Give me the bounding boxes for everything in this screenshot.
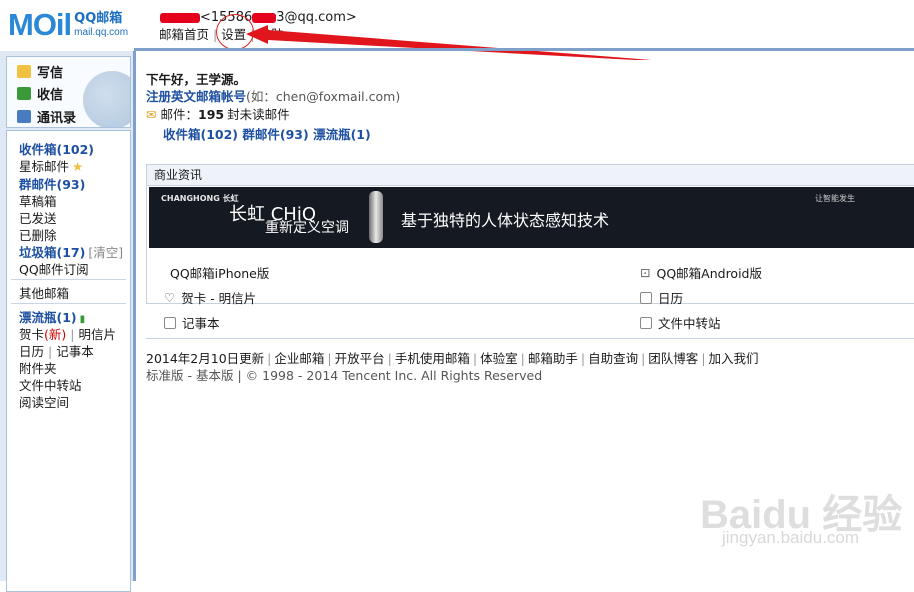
inbox-download-icon [17, 87, 31, 100]
tool-transfer-label: 文件中转站 [658, 316, 721, 331]
shortcut-drift[interactable]: 漂流瓶(1) [313, 127, 371, 142]
contacts-icon [17, 110, 31, 123]
footer-mobile-link[interactable]: 手机使用邮箱 [395, 351, 470, 366]
receive-label: 收信 [37, 88, 64, 103]
footer-lab-link[interactable]: 体验室 [480, 351, 518, 366]
unread-count: 195 [198, 107, 225, 122]
clear-spam-link[interactable]: [清空] [88, 245, 123, 260]
folder-spam[interactable]: 垃圾箱(17) [19, 245, 85, 260]
register-hint: (如：chen@foxmail.com) [246, 89, 401, 104]
pencil-icon [17, 65, 31, 78]
banner-brand: CHANGHONG 长虹 [161, 194, 239, 203]
divider [146, 338, 914, 339]
contacts-label: 通讯录 [37, 111, 77, 126]
baidu-watermark-url: jingyan.baidu.com [722, 528, 860, 547]
tool-notes-label: 记事本 [182, 316, 220, 331]
mail-label: 邮件： [160, 107, 198, 122]
folder-starred-label: 星标邮件 [19, 159, 70, 174]
footer-copyright-row: 标准版 - 基本版 | © 1998 - 2014 Tencent Inc. A… [146, 368, 543, 383]
business-info-title: 商业资讯 [147, 165, 914, 186]
compose-panel: 写信 收信 通讯录 [6, 56, 131, 128]
decorative-mascot-icon [83, 71, 130, 127]
card-link[interactable]: 贺卡 [19, 327, 44, 342]
shortcut-group[interactable]: 群邮件(93) [242, 127, 308, 142]
calendar-link[interactable]: 日历 [19, 344, 44, 359]
tool-android[interactable]: ⊡ QQ邮箱Android版 [640, 263, 762, 282]
star-icon: ★ [72, 159, 84, 174]
sidebar: 写信 收信 通讯录 收件箱(102) 星标邮件 ★ 群邮件(93) 草稿箱 已发送… [0, 51, 134, 592]
banner-corner-text: 让智能发生 [815, 194, 855, 203]
register-link[interactable]: 注册英文邮箱帐号 [146, 89, 246, 104]
footer-selfhelp-link[interactable]: 自助查询 [588, 351, 638, 366]
calendar-icon [640, 291, 652, 304]
tool-notes[interactable]: 记事本 [164, 313, 220, 332]
footer-blog-link[interactable]: 团队博客 [648, 351, 698, 366]
banner-subtitle: 重新定义空调 [265, 220, 349, 236]
footer-assistant-link[interactable]: 邮箱助手 [528, 351, 578, 366]
envelope-icon: ✉ [146, 107, 157, 122]
business-info-panel: 商业资讯 CHANGHONG 长虹 长虹 CHiQ 重新定义空调 基于独特的人体… [146, 164, 914, 304]
ad-banner[interactable]: CHANGHONG 长虹 长虹 CHiQ 重新定义空调 基于独特的人体状态感知技… [149, 187, 914, 248]
heart-icon: ♡ [164, 290, 176, 305]
new-badge: (新) [44, 327, 67, 342]
footer-update-link[interactable]: 2014年2月10日更新 [146, 351, 264, 366]
footer-join-link[interactable]: 加入我们 [709, 351, 759, 366]
notepad-icon [164, 316, 176, 329]
file-transfer-icon [640, 316, 652, 329]
folder-list: 收件箱(102) 星标邮件 ★ 群邮件(93) 草稿箱 已发送 已删除 垃圾箱(1… [6, 130, 131, 592]
compose-label: 写信 [37, 66, 64, 81]
compose-button[interactable]: 写信 [17, 62, 63, 81]
tool-calendar-label: 日历 [658, 291, 684, 306]
notes-link[interactable]: 记事本 [56, 344, 94, 359]
standard-version-label: 标准版 [146, 368, 184, 383]
tool-android-label: QQ邮箱Android版 [656, 266, 762, 281]
tool-card[interactable]: ♡ 贺卡 - 明信片 [164, 288, 256, 307]
tool-card-label: 贺卡 - 明信片 [181, 291, 257, 306]
drift-bottle-label: 漂流瓶(1) [19, 310, 77, 325]
tool-iphone[interactable]: QQ邮箱iPhone版 [164, 263, 269, 282]
folder-starred[interactable]: 星标邮件 ★ [19, 156, 83, 175]
divider [11, 303, 126, 304]
register-row: 注册英文邮箱帐号(如：chen@foxmail.com) [146, 86, 400, 105]
android-icon: ⊡ [640, 265, 651, 280]
receive-button[interactable]: 收信 [17, 84, 63, 103]
tool-transfer[interactable]: 文件中转站 [640, 313, 721, 332]
banner-tagline: 基于独特的人体状态感知技术 [401, 211, 610, 230]
basic-version-link[interactable]: 基本版 [196, 368, 234, 383]
tool-calendar[interactable]: 日历 [640, 288, 683, 307]
divider [11, 279, 126, 280]
folder-subscription[interactable]: QQ邮件订阅 [19, 259, 89, 278]
footer-open-platform-link[interactable]: 开放平台 [335, 351, 385, 366]
folder-shortcuts: 收件箱(102) 群邮件(93) 漂流瓶(1) [163, 124, 371, 143]
footer-enterprise-link[interactable]: 企业邮箱 [274, 351, 324, 366]
postcard-link[interactable]: 明信片 [79, 327, 117, 342]
copyright: © 1998 - 2014 Tencent Inc. All Rights Re… [245, 368, 543, 383]
contacts-button[interactable]: 通讯录 [17, 107, 76, 126]
other-mailbox-link[interactable]: 其他邮箱 [19, 283, 69, 302]
unread-row: ✉ 邮件：195 封未读邮件 [146, 104, 290, 123]
tool-iphone-label: QQ邮箱iPhone版 [170, 266, 270, 281]
reading-space-link[interactable]: 阅读空间 [19, 392, 69, 411]
unread-link[interactable]: 封未读邮件 [227, 107, 290, 122]
shortcut-inbox[interactable]: 收件箱(102) [163, 127, 238, 142]
air-conditioner-image [369, 191, 383, 243]
sidebar-border [133, 51, 136, 581]
